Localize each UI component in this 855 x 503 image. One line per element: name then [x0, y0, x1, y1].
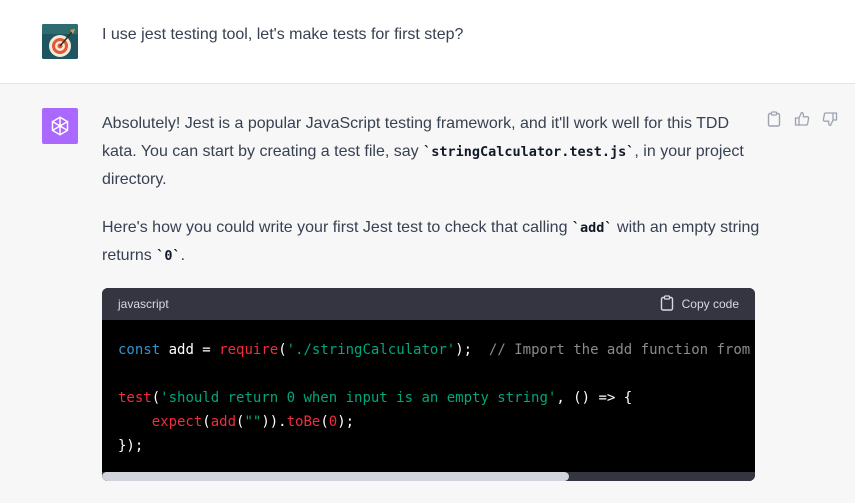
code-token: const	[118, 342, 161, 358]
code-token: , () => {	[556, 390, 633, 406]
code-block: javascript Copy code const add = require…	[102, 288, 755, 481]
code-token: );	[455, 342, 489, 358]
code-header: javascript Copy code	[102, 288, 755, 320]
text-span: Here's how you could write your first Je…	[102, 219, 572, 236]
assistant-avatar	[42, 108, 78, 144]
code-token: )).	[261, 414, 287, 430]
code-token: test	[118, 390, 152, 406]
code-line-4: expect(add("")).toBe(0);	[118, 414, 354, 430]
message-actions	[766, 110, 838, 128]
code-token: toBe	[286, 414, 321, 430]
openai-logo-icon	[51, 116, 69, 136]
copy-code-button[interactable]: Copy code	[660, 294, 739, 314]
clipboard-icon	[660, 294, 674, 314]
code-token: (	[202, 414, 211, 430]
user-message-row: I use jest testing tool, let's make test…	[0, 0, 855, 84]
thumbs-down-icon[interactable]	[822, 110, 838, 128]
copy-icon[interactable]	[766, 110, 782, 128]
user-message-text: I use jest testing tool, let's make test…	[102, 26, 464, 43]
code-token: add =	[160, 342, 220, 358]
code-token: );	[337, 414, 355, 430]
inline-code-zero: `0`	[156, 248, 181, 264]
code-token: require	[219, 342, 279, 358]
assistant-paragraph-1: Absolutely! Jest is a popular JavaScript…	[102, 110, 762, 194]
assistant-message: Absolutely! Jest is a popular JavaScript…	[102, 110, 762, 290]
code-token: 'should return 0 when input is an empty …	[160, 390, 557, 406]
code-line-1: const add = require('./stringCalculator'…	[118, 342, 755, 358]
inline-code-filename: `stringCalculator.test.js`	[423, 144, 635, 160]
code-token: (	[320, 414, 329, 430]
inline-code-add: `add`	[571, 220, 613, 236]
assistant-message-row: Absolutely! Jest is a popular JavaScript…	[0, 84, 855, 503]
assistant-paragraph-2: Here's how you could write your first Je…	[102, 214, 762, 270]
scrollbar-thumb[interactable]	[102, 472, 569, 481]
code-token: ""	[244, 414, 262, 430]
code-language-label: javascript	[118, 297, 169, 311]
text-span: .	[180, 247, 186, 264]
horizontal-scrollbar[interactable]	[102, 472, 755, 481]
code-body[interactable]: const add = require('./stringCalculator'…	[102, 320, 755, 462]
copy-code-label: Copy code	[681, 297, 739, 311]
code-line-5: });	[118, 438, 144, 454]
code-token: (	[278, 342, 287, 358]
code-token: './stringCalculator'	[286, 342, 456, 358]
thumbs-up-icon[interactable]	[794, 110, 810, 128]
target-avatar-icon	[42, 24, 78, 59]
user-avatar	[42, 24, 78, 59]
code-token: add	[210, 414, 237, 430]
code-token: 0	[328, 414, 338, 430]
code-token: (	[151, 390, 161, 406]
code-comment: // Import the add function from your mod…	[488, 342, 751, 358]
code-token: expect	[151, 414, 203, 430]
code-line-3: test('should return 0 when input is an e…	[118, 390, 632, 406]
